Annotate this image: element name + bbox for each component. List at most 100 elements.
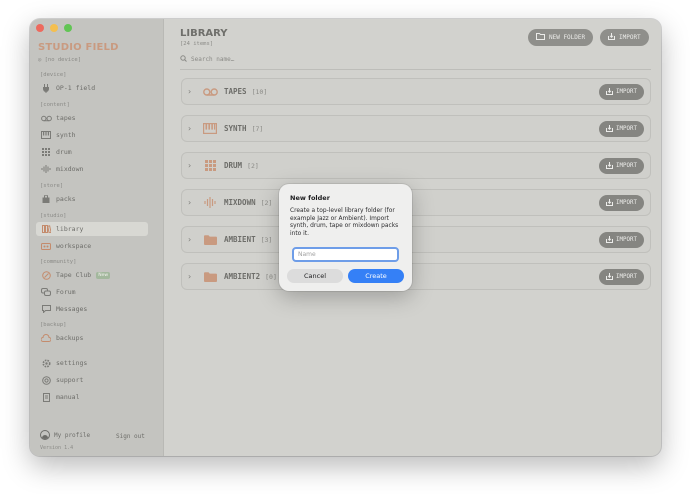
search-icon (180, 55, 187, 64)
device-dot-icon: ◎ (38, 57, 45, 63)
row-count: [3] (260, 235, 273, 244)
chevron-right-icon[interactable]: › (188, 161, 196, 170)
section-studio: [studio] (40, 213, 67, 219)
row-import-button[interactable]: IMPORT (599, 158, 644, 174)
row-count: [2] (247, 161, 259, 170)
chevron-right-icon[interactable]: › (188, 272, 196, 281)
sidebar-item-label: workspace (56, 242, 92, 250)
waveform-icon (202, 197, 218, 209)
tape-icon (202, 86, 218, 98)
new-folder-dialog: New folder Create a top-level library fo… (279, 184, 412, 291)
message-icon (39, 302, 53, 316)
chevron-right-icon[interactable]: › (188, 87, 196, 96)
drum-grid-icon (39, 145, 53, 159)
sidebar-item-packs[interactable]: packs (36, 192, 148, 206)
library-row-mixdown[interactable]: › MIXDOWN [2] IMPORT (181, 189, 651, 216)
version-text: Version 1.4 (40, 445, 74, 451)
device-status: ◎ [no device] (38, 57, 81, 63)
row-import-label: IMPORT (616, 163, 637, 169)
sidebar-item-tapes[interactable]: tapes (36, 111, 148, 125)
sidebar-item-tape-club[interactable]: Tape Club New (36, 268, 148, 282)
sidebar-item-label: packs (56, 195, 76, 203)
profile-link[interactable]: My profile (40, 430, 90, 440)
device-status-text: [no device] (44, 57, 82, 63)
sidebar-item-synth[interactable]: synth (36, 128, 148, 142)
row-import-label: IMPORT (616, 126, 637, 132)
library-icon (39, 222, 53, 236)
row-import-button[interactable]: IMPORT (599, 232, 644, 248)
page-title: LIBRARY (180, 28, 228, 39)
section-content: [content] (40, 102, 70, 108)
main-content: LIBRARY [24 items] NEW FOLDER IMPORT Sea… (165, 19, 661, 456)
folder-name-input[interactable] (292, 247, 399, 262)
sidebar-item-label: backups (56, 334, 84, 342)
row-name: TAPES (224, 87, 247, 96)
sidebar-item-library[interactable]: library (36, 222, 148, 236)
row-import-label: IMPORT (616, 274, 637, 280)
row-name: MIXDOWN (224, 198, 256, 207)
sidebar-item-label: manual (56, 393, 80, 401)
header-divider (180, 69, 651, 70)
search-placeholder: Search name… (191, 56, 235, 63)
chevron-right-icon[interactable]: › (188, 124, 196, 133)
cancel-button[interactable]: Cancel (287, 269, 343, 283)
import-icon (606, 272, 614, 282)
row-count: [2] (260, 198, 273, 207)
sidebar-item-forum[interactable]: Forum (36, 285, 148, 299)
sidebar-item-op1[interactable]: OP-1 field (36, 81, 148, 95)
row-import-button[interactable]: IMPORT (599, 121, 644, 137)
window-controls (36, 24, 72, 32)
gear-icon (39, 356, 53, 370)
club-icon (39, 268, 53, 282)
app-brand: STUDIO FIELD (38, 42, 119, 53)
new-folder-button[interactable]: NEW FOLDER (528, 29, 594, 46)
row-count: [7] (251, 124, 264, 133)
folder-icon (202, 271, 218, 283)
sidebar-item-mixdown[interactable]: mixdown (36, 162, 148, 176)
tape-icon (39, 111, 53, 125)
import-icon (606, 198, 614, 208)
sidebar-item-support[interactable]: support (36, 373, 148, 387)
sidebar-item-manual[interactable]: manual (36, 390, 148, 404)
import-icon (606, 87, 614, 97)
row-import-label: IMPORT (616, 200, 637, 206)
sidebar-item-workspace[interactable]: workspace (36, 239, 148, 253)
row-name: AMBIENT2 (224, 272, 261, 281)
close-window-button[interactable] (36, 24, 44, 32)
new-badge: New (96, 271, 111, 279)
import-button[interactable]: IMPORT (600, 29, 649, 46)
create-button[interactable]: Create (348, 269, 404, 283)
sidebar: STUDIO FIELD ◎ [no device] [device] OP-1… (30, 19, 164, 456)
library-row-synth[interactable]: › SYNTH [7] IMPORT (181, 115, 651, 142)
support-icon (39, 373, 53, 387)
sidebar-item-label: Messages (56, 305, 88, 313)
dialog-title: New folder (290, 194, 330, 202)
sidebar-item-label: library (56, 225, 84, 233)
sidebar-item-messages[interactable]: Messages (36, 302, 148, 316)
minimize-window-button[interactable] (50, 24, 58, 32)
search-field[interactable]: Search name… (180, 55, 234, 64)
import-icon (608, 33, 615, 42)
row-import-button[interactable]: IMPORT (599, 84, 644, 100)
library-row-tapes[interactable]: › TAPES [10] IMPORT (181, 78, 651, 105)
maximize-window-button[interactable] (64, 24, 72, 32)
sidebar-item-backups[interactable]: backups (36, 331, 148, 345)
row-import-button[interactable]: IMPORT (599, 269, 644, 285)
row-name: SYNTH (224, 124, 247, 133)
avatar-icon (40, 430, 50, 440)
chevron-right-icon[interactable]: › (188, 235, 196, 244)
row-import-button[interactable]: IMPORT (599, 195, 644, 211)
dialog-message: Create a top-level library folder (for e… (290, 208, 399, 237)
sidebar-item-settings[interactable]: settings (36, 356, 148, 370)
sidebar-item-label: Forum (56, 288, 76, 296)
plug-icon (39, 81, 53, 95)
row-import-label: IMPORT (616, 89, 637, 95)
library-row-drum[interactable]: › DRUM [2] IMPORT (181, 152, 651, 179)
sidebar-item-label: support (56, 376, 84, 384)
sidebar-item-drum[interactable]: drum (36, 145, 148, 159)
sign-out-link[interactable]: Sign out (116, 433, 145, 440)
chevron-right-icon[interactable]: › (188, 198, 196, 207)
import-icon (606, 124, 614, 134)
library-row-ambient[interactable]: › AMBIENT [3] IMPORT (181, 226, 651, 253)
library-row-ambient2[interactable]: › AMBIENT2 [0] IMPORT (181, 263, 651, 290)
